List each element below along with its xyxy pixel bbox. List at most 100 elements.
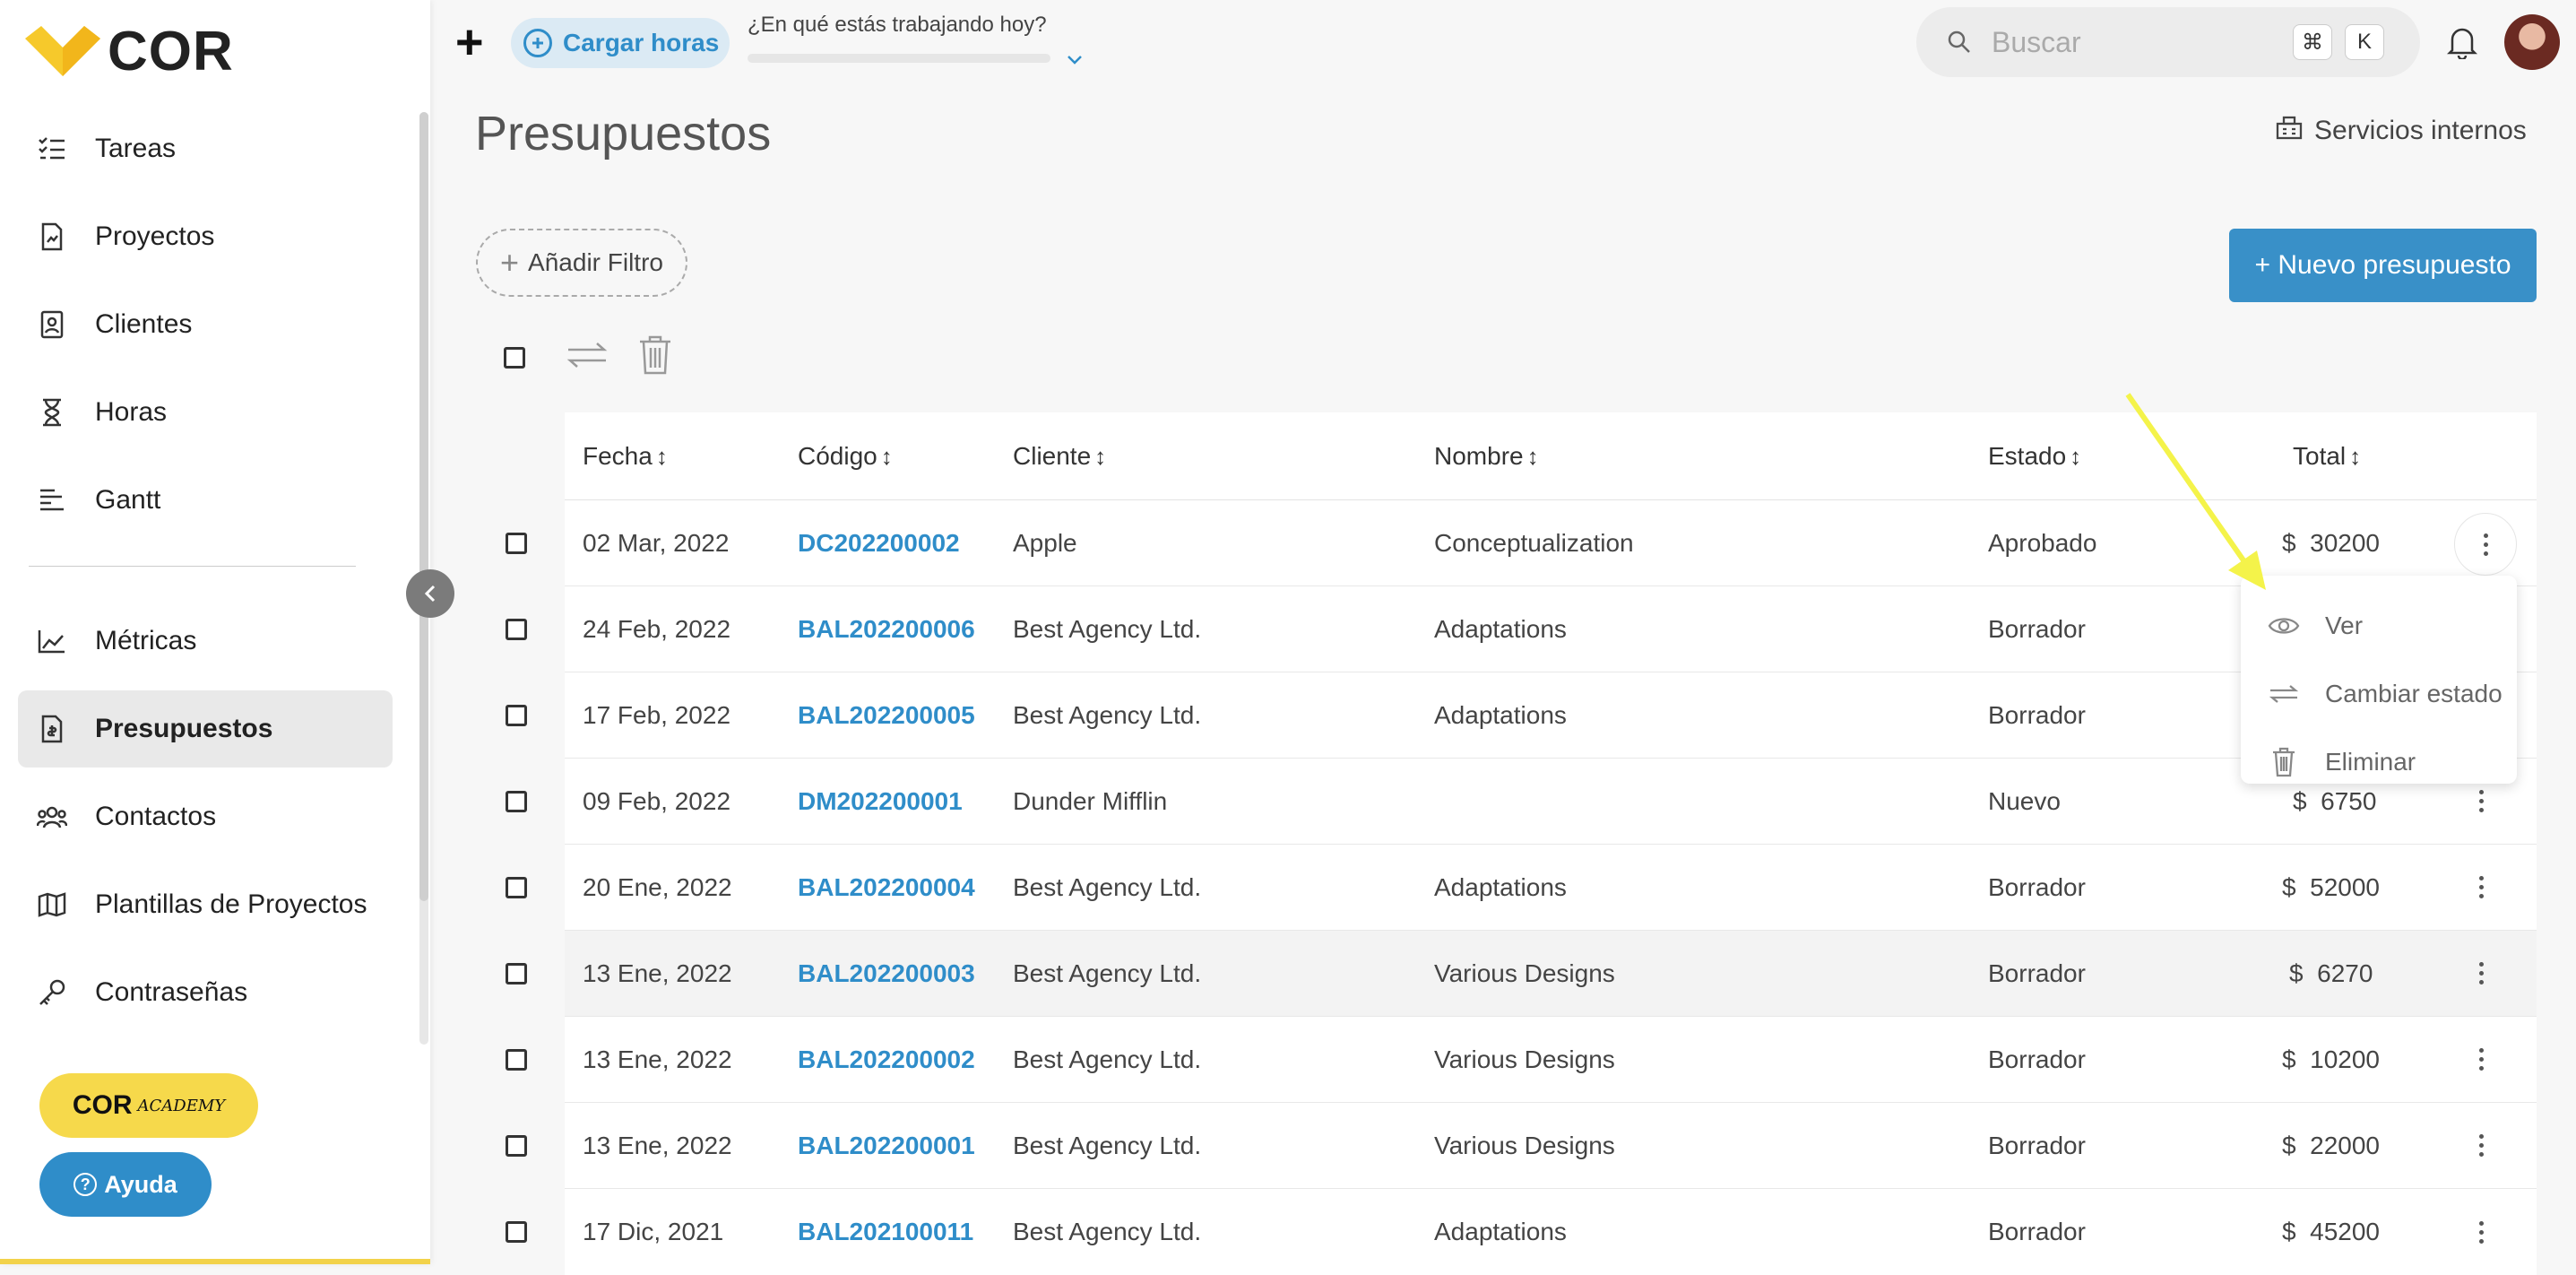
sidebar-item-tareas[interactable]: Tareas <box>18 110 393 187</box>
sidebar-item-contrasenas[interactable]: Contraseñas <box>18 954 393 1031</box>
cell-total: $ 45200 <box>2282 1218 2380 1245</box>
col-header-fecha[interactable]: Fecha ↕ <box>583 442 668 471</box>
page-title: Presupuestos <box>475 107 772 160</box>
sidebar-item-label: Horas <box>95 397 168 427</box>
col-header-nombre[interactable]: Nombre ↕ <box>1434 442 1539 471</box>
cell-nombre: Adaptations <box>1434 614 1567 643</box>
cor-academy-button[interactable]: COR ACADEMY <box>39 1073 258 1138</box>
row-checkbox[interactable] <box>506 963 527 984</box>
menu-item-eliminar[interactable]: Eliminar <box>2241 728 2517 796</box>
table-row[interactable]: 20 Ene, 2022 BAL202200004 Best Agency Lt… <box>565 845 2537 931</box>
cell-cliente: Best Agency Ltd. <box>1013 700 1202 729</box>
question-icon: ? <box>73 1173 98 1196</box>
row-checkbox[interactable] <box>506 1049 527 1071</box>
row-menu-icon[interactable] <box>2479 1220 2486 1244</box>
checklist-icon <box>36 133 68 165</box>
cell-codigo-link[interactable]: BAL202200006 <box>798 615 975 644</box>
cell-codigo-link[interactable]: BAL202200002 <box>798 1045 975 1074</box>
working-input-line[interactable] <box>748 54 1050 63</box>
table-row[interactable]: 13 Ene, 2022 BAL202200003 Best Agency Lt… <box>565 931 2537 1017</box>
swap-icon <box>2268 683 2300 705</box>
cell-total: $ 10200 <box>2282 1045 2380 1073</box>
row-checkbox[interactable] <box>506 1135 527 1157</box>
cell-estado: Borrador <box>1988 1131 2086 1159</box>
logo[interactable]: COR <box>25 20 234 83</box>
table-row[interactable]: 13 Ene, 2022 BAL202200002 Best Agency Lt… <box>565 1017 2537 1103</box>
cargar-horas-button[interactable]: Cargar horas <box>511 18 730 68</box>
plus-icon: + <box>500 244 520 281</box>
row-checkbox[interactable] <box>506 619 527 640</box>
table-row[interactable]: 17 Dic, 2021 BAL202100011 Best Agency Lt… <box>565 1189 2537 1275</box>
sidebar-item-label: Clientes <box>95 309 193 339</box>
chart-icon <box>36 625 68 657</box>
sort-icon: ↕ <box>1526 442 1539 470</box>
row-menu-icon[interactable] <box>2479 1048 2486 1071</box>
cell-codigo-link[interactable]: BAL202200005 <box>798 701 975 730</box>
col-header-estado[interactable]: Estado ↕ <box>1988 442 2081 471</box>
trash-icon[interactable] <box>638 335 672 379</box>
row-checkbox[interactable] <box>506 791 527 812</box>
sidebar-item-gantt[interactable]: Gantt <box>18 462 393 539</box>
document-icon <box>36 221 68 253</box>
sidebar-item-label: Gantt <box>95 485 161 515</box>
row-menu-icon[interactable] <box>2479 962 2486 984</box>
new-budget-button[interactable]: + Nuevo presupuesto <box>2229 229 2537 302</box>
sidebar-item-proyectos[interactable]: Proyectos <box>18 198 393 275</box>
sidebar-item-clientes[interactable]: Clientes <box>18 286 393 363</box>
table-row[interactable]: 13 Ene, 2022 BAL202200001 Best Agency Lt… <box>565 1103 2537 1189</box>
map-icon <box>36 889 68 921</box>
sidebar-item-label: Presupuestos <box>95 714 273 743</box>
sidebar-item-contactos[interactable]: Contactos <box>18 778 393 855</box>
cell-cliente: Best Agency Ltd. <box>1013 1131 1202 1159</box>
cell-total: $ 6270 <box>2289 958 2373 987</box>
row-checkbox[interactable] <box>506 705 527 726</box>
cell-nombre: Various Designs <box>1434 958 1615 987</box>
servicios-internos-link[interactable]: Servicios internos <box>2275 115 2527 147</box>
user-avatar[interactable] <box>2504 14 2560 70</box>
quick-add-button[interactable]: + <box>455 18 484 66</box>
sidebar-item-metricas[interactable]: Métricas <box>18 603 393 680</box>
row-menu-icon[interactable] <box>2479 876 2486 898</box>
cell-estado: Borrador <box>1988 1218 2086 1245</box>
menu-item-cambiar-estado[interactable]: Cambiar estado <box>2241 660 2517 728</box>
cell-cliente: Best Agency Ltd. <box>1013 1045 1202 1073</box>
row-menu-icon[interactable] <box>2479 1134 2486 1157</box>
stopwatch-icon <box>523 29 552 57</box>
cell-codigo-link[interactable]: BAL202200004 <box>798 873 975 902</box>
sidebar-scroll-thumb[interactable] <box>419 112 428 901</box>
bell-icon[interactable] <box>2446 25 2478 64</box>
sidebar: COR Tareas Proyectos Clientes Horas Gant… <box>0 0 430 1264</box>
cell-codigo-link[interactable]: BAL202200003 <box>798 959 975 988</box>
brand-name: COR <box>108 21 234 82</box>
cell-codigo-link[interactable]: BAL202100011 <box>798 1218 973 1246</box>
col-header-codigo[interactable]: Código ↕ <box>798 442 893 471</box>
cell-cliente: Best Agency Ltd. <box>1013 958 1202 987</box>
menu-item-ver[interactable]: Ver <box>2241 592 2517 660</box>
add-filter-button[interactable]: + Añadir Filtro <box>476 229 687 297</box>
row-menu-icon-open[interactable] <box>2454 513 2517 576</box>
row-checkbox[interactable] <box>506 533 527 554</box>
help-button[interactable]: ? Ayuda <box>39 1152 212 1217</box>
col-header-cliente[interactable]: Cliente ↕ <box>1013 442 1106 471</box>
cell-codigo-link[interactable]: BAL202200001 <box>798 1132 975 1160</box>
search-icon <box>1948 30 1970 53</box>
chevron-down-icon[interactable] <box>1067 47 1083 72</box>
cell-cliente: Best Agency Ltd. <box>1013 614 1202 643</box>
search-bar[interactable]: Buscar ⌘ K <box>1916 7 2420 77</box>
working-prompt[interactable]: ¿En qué estás trabajando hoy? <box>748 13 1047 38</box>
search-input[interactable]: Buscar <box>1992 26 2081 59</box>
cell-codigo-link[interactable]: DC202200002 <box>798 529 960 558</box>
cell-codigo-link[interactable]: DM202200001 <box>798 787 963 816</box>
swap-icon[interactable] <box>566 341 608 374</box>
sort-icon: ↕ <box>2349 442 2362 470</box>
collapse-sidebar-button[interactable] <box>406 569 454 618</box>
trash-icon <box>2268 747 2300 777</box>
sidebar-item-horas[interactable]: Horas <box>18 374 393 451</box>
row-checkbox[interactable] <box>506 1221 527 1243</box>
sidebar-item-label: Proyectos <box>95 221 215 251</box>
sidebar-item-plantillas[interactable]: Plantillas de Proyectos <box>18 866 393 943</box>
col-header-total[interactable]: Total ↕ <box>2293 442 2361 471</box>
row-checkbox[interactable] <box>506 877 527 898</box>
select-all-checkbox[interactable] <box>504 346 525 369</box>
sidebar-item-presupuestos[interactable]: Presupuestos <box>18 690 393 768</box>
